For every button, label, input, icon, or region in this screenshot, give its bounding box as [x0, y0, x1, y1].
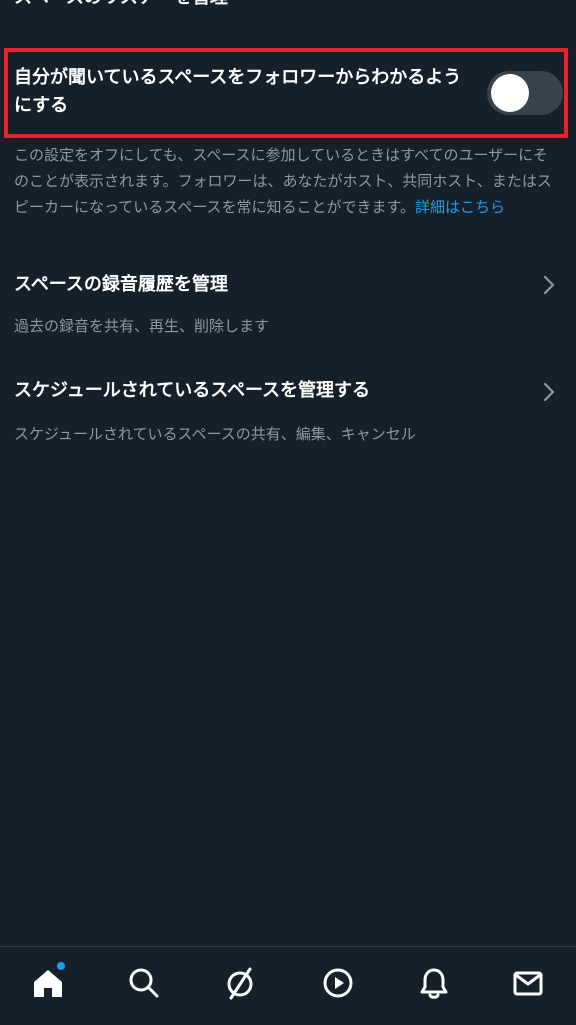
learn-more-link[interactable]: 詳細はこちら [415, 198, 505, 216]
nav-messages-button[interactable] [508, 963, 548, 1003]
bottom-navigation-bar [0, 946, 576, 1025]
manage-recordings-subtitle: 過去の録音を共有、再生、削除します [14, 317, 270, 335]
search-icon [129, 968, 159, 998]
nav-notifications-button[interactable] [414, 963, 454, 1003]
toggle-knob [491, 74, 529, 112]
communities-icon [227, 967, 253, 1000]
nav-home-button[interactable] [28, 962, 68, 1003]
video-play-icon [323, 968, 353, 998]
nav-communities-button[interactable] [220, 963, 260, 1003]
home-icon [34, 970, 62, 997]
bell-icon [420, 968, 448, 999]
previous-setting-label: スペースのリスナーを管理 [14, 0, 554, 8]
listening-visibility-label: 自分が聞いているスペースをフォロワーからわかるようにする [14, 67, 462, 116]
chevron-right-icon [543, 275, 555, 295]
nav-search-button[interactable] [124, 963, 164, 1003]
manage-scheduled-subtitle: スケジュールされているスペースの共有、編集、キャンセル [14, 425, 416, 443]
listening-visibility-toggle[interactable] [487, 71, 563, 115]
manage-scheduled-title: スケジュールされているスペースを管理する [14, 380, 371, 401]
nav-video-button[interactable] [318, 963, 358, 1003]
home-notification-dot [57, 962, 65, 970]
chevron-right-icon [543, 382, 555, 402]
mail-icon [513, 971, 543, 996]
manage-recordings-title: スペースの録音履歴を管理 [14, 274, 228, 295]
listening-visibility-description: この設定をオフにしても、スペースに参加しているときはすべてのユーザーにそのことが… [14, 142, 556, 220]
